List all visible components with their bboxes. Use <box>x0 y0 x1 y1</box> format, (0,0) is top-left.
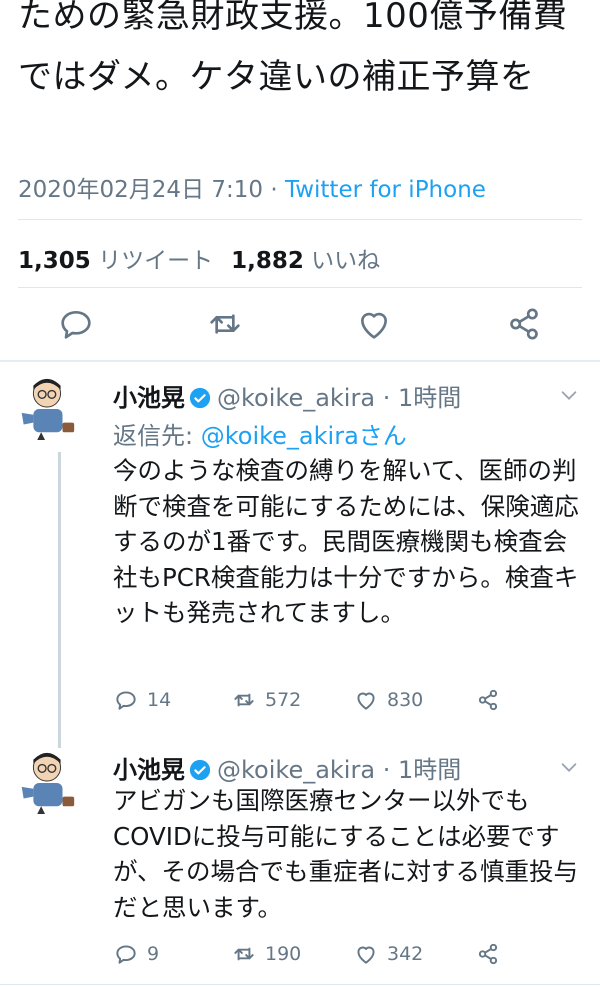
section-divider <box>0 360 600 362</box>
reply-action-bar: 14 572 830 <box>113 685 533 715</box>
like-icon <box>357 946 375 964</box>
reply-action-bar: 9 190 342 <box>113 939 533 969</box>
retweet-count: 1,305 <box>18 248 91 274</box>
tweet-time[interactable]: · 1時間 <box>383 384 462 412</box>
share-icon <box>510 308 538 340</box>
tweet-datetime[interactable]: 2020年02月24日 7:10 <box>18 177 263 203</box>
reply-icon <box>61 311 91 339</box>
like-button[interactable]: 830 <box>353 685 423 715</box>
meta-separator: · <box>263 177 285 203</box>
avatar[interactable] <box>12 374 80 442</box>
verified-icon <box>189 759 211 781</box>
like-button[interactable]: 342 <box>353 939 423 969</box>
tweet-stats: 1,305 リツイート 1,882 いいね <box>18 241 380 275</box>
chevron-down-icon <box>561 763 577 772</box>
like-count: 830 <box>387 689 424 711</box>
reply-to-link[interactable]: @koike_akiraさん <box>201 422 407 450</box>
tweet-source-link[interactable]: Twitter for iPhone <box>285 177 486 203</box>
retweet-button[interactable] <box>205 304 245 344</box>
like-icon <box>361 312 387 339</box>
reply-button[interactable]: 9 <box>113 939 159 969</box>
retweet-icon <box>234 693 254 707</box>
reply-text: 今のような検査の縛りを解いて、医師の判断で検査を可能にするためには、保険適応する… <box>113 456 579 627</box>
like-icon <box>357 692 375 710</box>
tweet-meta: 2020年02月24日 7:10 · Twitter for iPhone <box>18 170 486 204</box>
user-handle[interactable]: @koike_akira <box>217 384 375 412</box>
divider <box>18 219 582 220</box>
share-icon <box>478 943 498 965</box>
reply-icon <box>116 691 136 710</box>
divider <box>0 984 600 985</box>
tweet-time[interactable]: · 1時間 <box>383 756 462 784</box>
reply-count: 9 <box>147 943 160 965</box>
user-handle[interactable]: @koike_akira <box>217 756 375 784</box>
reply-to-line: 返信先: @koike_akiraさん <box>113 416 407 451</box>
like-count: 342 <box>387 943 424 965</box>
like-label: いいね <box>311 248 381 274</box>
retweet-icon <box>210 314 240 334</box>
reply-icon <box>116 945 136 964</box>
retweet-icon <box>234 947 254 961</box>
tweet-action-bar <box>0 304 600 344</box>
verified-icon <box>189 387 211 409</box>
retweet-count: 190 <box>265 943 302 965</box>
tweet-text: ための緊急財政支援。100億予備費ではダメ。ケタ違いの補正予算を <box>18 0 568 97</box>
more-options-button[interactable] <box>558 384 580 406</box>
thread-line <box>58 452 61 748</box>
retweet-count: 572 <box>265 689 302 711</box>
more-options-button[interactable] <box>558 756 580 778</box>
share-icon <box>478 689 498 711</box>
reply-prefix: 返信先: <box>113 422 201 450</box>
reply-button[interactable]: 14 <box>113 685 171 715</box>
retweet-stat[interactable]: 1,305 リツイート <box>18 248 213 274</box>
reply-text: アビガンも国際医療センター以外でもCOVIDに投与可能にすることは必要ですが、そ… <box>113 786 579 922</box>
reply-header: 小池晃 @koike_akira · 1時間 <box>113 378 461 413</box>
retweet-button[interactable]: 190 <box>231 939 301 969</box>
reply-button[interactable] <box>56 304 96 344</box>
chevron-down-icon <box>561 391 577 400</box>
avatar[interactable] <box>12 748 80 816</box>
reply-header: 小池晃 @koike_akira · 1時間 <box>113 750 461 785</box>
share-button[interactable] <box>504 304 544 344</box>
divider <box>18 287 582 288</box>
share-button[interactable] <box>475 685 509 715</box>
retweet-label: リツイート <box>98 248 214 274</box>
user-name[interactable]: 小池晃 <box>113 756 185 784</box>
like-stat[interactable]: 1,882 いいね <box>231 248 380 274</box>
reply-count: 14 <box>147 689 172 711</box>
user-name[interactable]: 小池晃 <box>113 384 185 412</box>
share-button[interactable] <box>475 939 509 969</box>
like-button[interactable] <box>354 304 394 344</box>
retweet-button[interactable]: 572 <box>231 685 301 715</box>
like-count: 1,882 <box>231 248 304 274</box>
